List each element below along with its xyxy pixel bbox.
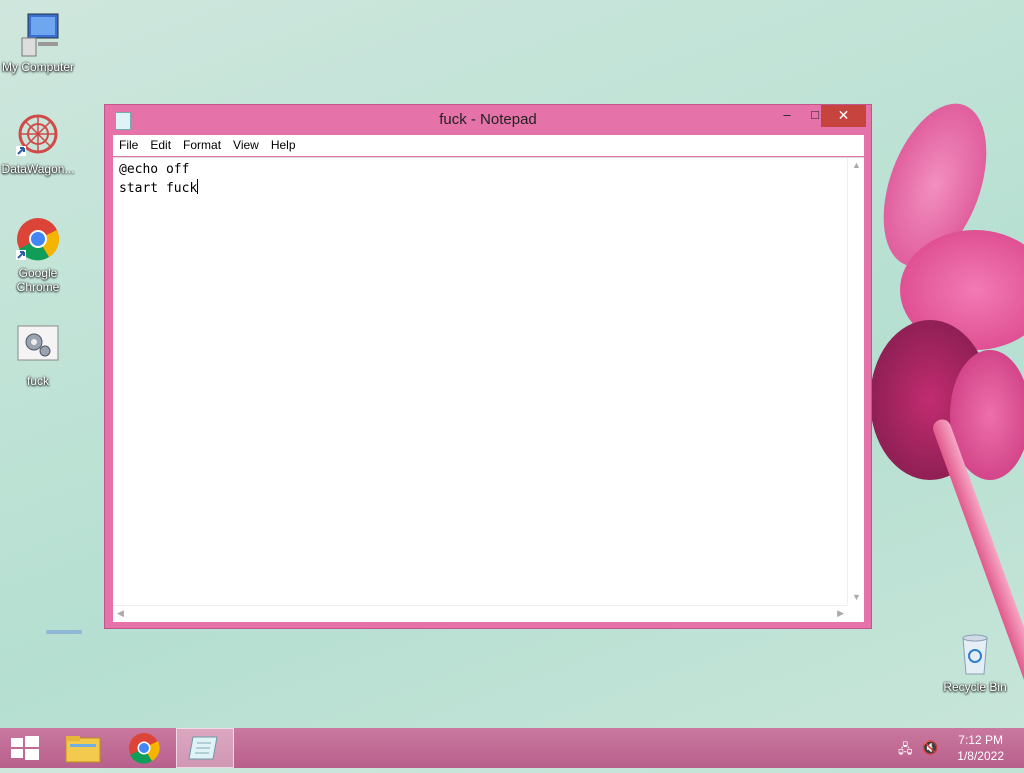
desktop-icon-label: Recycle Bin: [943, 680, 1007, 694]
desktop-icon-recycle-bin[interactable]: Recycle Bin: [937, 630, 1013, 694]
network-icon[interactable]: 🖧: [898, 740, 913, 762]
text-line-with-caret: start fuck: [119, 179, 199, 198]
taskbar-file-explorer[interactable]: [56, 728, 112, 768]
vertical-scrollbar[interactable]: ▲ ▼: [847, 158, 864, 604]
windows-logo-icon: [11, 736, 39, 760]
volume-muted-icon[interactable]: 🔇: [922, 740, 938, 756]
desktop-icon-label: fuck: [26, 374, 49, 388]
close-button[interactable]: ✕: [821, 105, 866, 127]
window-title: fuck - Notepad: [439, 111, 537, 128]
scroll-right-arrow-icon[interactable]: ▶: [837, 608, 844, 619]
taskbar-notepad[interactable]: [176, 728, 234, 768]
menu-help[interactable]: Help: [265, 135, 302, 152]
menu-view[interactable]: View: [227, 135, 265, 152]
notepad-icon: [188, 736, 218, 760]
menu-format[interactable]: Format: [177, 135, 227, 152]
menu-edit[interactable]: Edit: [144, 135, 177, 152]
minimize-button[interactable]: –: [773, 105, 801, 127]
system-clock[interactable]: 7:12 PM 1/8/2022: [957, 732, 1004, 764]
scroll-down-arrow-icon[interactable]: ▼: [852, 592, 861, 602]
taskbar-chrome[interactable]: [116, 728, 172, 768]
desktop-icon-label: My Computer: [1, 60, 75, 74]
text-line: @echo off: [119, 162, 190, 177]
desktop-icon-datawagon[interactable]: DataWagon...: [0, 112, 76, 176]
taskbar: 🖧 🔇 7:12 PM 1/8/2022: [0, 728, 1024, 768]
title-bar[interactable]: fuck - Notepad – □ ✕: [105, 105, 871, 135]
chrome-icon: [14, 216, 62, 264]
start-button[interactable]: [0, 728, 56, 768]
horizontal-scrollbar[interactable]: ◀ ▶: [113, 605, 848, 622]
desktop-icon-label: DataWagon...: [1, 162, 75, 176]
datawagon-icon: [14, 112, 62, 160]
computer-icon: [14, 10, 62, 58]
desktop-artifact-line: [46, 630, 82, 634]
folder-icon: [65, 736, 101, 763]
desktop-icon-fuck-batch-file[interactable]: fuck: [0, 324, 76, 388]
editor-text: @echo off start fuck: [119, 161, 199, 198]
scroll-left-arrow-icon[interactable]: ◀: [117, 608, 124, 619]
text-editor-area[interactable]: @echo off start fuck ▲ ▼ ◀ ▶: [113, 157, 864, 622]
text-caret: [197, 179, 199, 194]
desktop-icon-google-chrome[interactable]: Google Chrome: [0, 216, 76, 294]
menu-file[interactable]: File: [113, 135, 144, 152]
menu-bar: File Edit Format View Help: [113, 135, 864, 156]
chrome-icon: [129, 733, 160, 764]
desktop-icon-my-computer[interactable]: My Computer: [0, 10, 76, 74]
notepad-window[interactable]: fuck - Notepad – □ ✕ File Edit Format View H…: [104, 104, 872, 629]
clock-date: 1/8/2022: [957, 749, 1004, 763]
desktop-icon-label: Google Chrome: [16, 266, 60, 294]
scroll-up-arrow-icon[interactable]: ▲: [852, 160, 861, 170]
recycle-bin-icon: [951, 630, 999, 678]
batch-file-gear-icon: [14, 324, 62, 372]
clock-time: 7:12 PM: [958, 733, 1003, 747]
text-line: start fuck: [119, 181, 198, 196]
